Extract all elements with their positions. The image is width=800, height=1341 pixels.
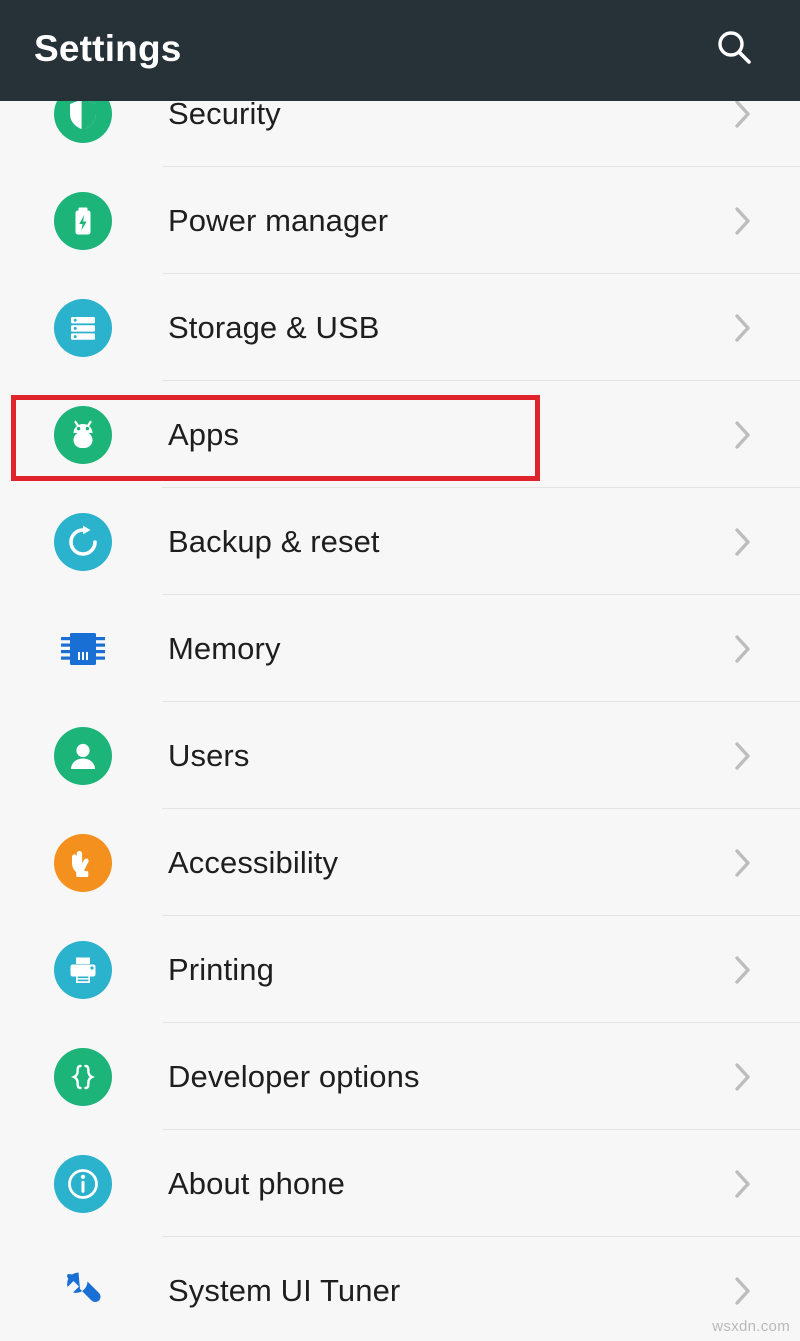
row-icon-container bbox=[0, 595, 162, 702]
row-icon-container bbox=[0, 916, 162, 1023]
settings-row-storage-usb[interactable]: Storage & USB bbox=[0, 274, 800, 381]
person-icon bbox=[54, 726, 112, 785]
row-label: Apps bbox=[168, 416, 240, 452]
row-label: Memory bbox=[168, 630, 281, 666]
watermark: wsxdn.com bbox=[712, 1318, 790, 1335]
row-label: Backup & reset bbox=[168, 523, 380, 559]
settings-row-apps[interactable]: Apps bbox=[0, 381, 800, 488]
settings-row-backup-reset[interactable]: Backup & reset bbox=[0, 488, 800, 595]
row-label: Power manager bbox=[168, 202, 389, 238]
chevron-right-icon bbox=[700, 200, 800, 242]
row-label: System UI Tuner bbox=[168, 1272, 401, 1308]
row-label: Users bbox=[168, 737, 250, 773]
settings-row-printing[interactable]: Printing bbox=[0, 916, 800, 1023]
row-label: Storage & USB bbox=[168, 309, 380, 345]
android-robot-icon bbox=[54, 405, 112, 464]
settings-row-power-manager[interactable]: Power manager bbox=[0, 167, 800, 274]
settings-row-memory[interactable]: Memory bbox=[0, 595, 800, 702]
row-icon-container bbox=[0, 1023, 162, 1130]
settings-row-about-phone[interactable]: About phone bbox=[0, 1130, 800, 1237]
row-icon-container bbox=[0, 167, 162, 274]
chevron-right-icon bbox=[700, 521, 800, 563]
row-icon-container bbox=[0, 274, 162, 381]
hand-pointer-icon bbox=[54, 833, 112, 892]
chevron-right-icon bbox=[700, 1163, 800, 1205]
row-icon-container bbox=[0, 488, 162, 595]
app-bar: Settings bbox=[0, 0, 800, 101]
restore-icon bbox=[54, 512, 112, 571]
chevron-right-icon bbox=[700, 307, 800, 349]
info-icon bbox=[54, 1154, 112, 1213]
search-icon bbox=[713, 26, 757, 75]
printer-icon bbox=[54, 940, 112, 999]
chevron-right-icon bbox=[700, 414, 800, 456]
settings-row-users[interactable]: Users bbox=[0, 702, 800, 809]
chevron-right-icon bbox=[700, 735, 800, 777]
row-label: Developer options bbox=[168, 1058, 420, 1094]
search-button[interactable] bbox=[704, 20, 766, 82]
row-icon-container bbox=[0, 1130, 162, 1237]
settings-screen: Settings Security Power manager Storage & … bbox=[0, 0, 800, 1341]
row-label: Printing bbox=[168, 951, 274, 987]
chevron-right-icon bbox=[700, 1056, 800, 1098]
row-icon-container bbox=[0, 702, 162, 809]
settings-row-developer-options[interactable]: Developer options bbox=[0, 1023, 800, 1130]
settings-list[interactable]: Security Power manager Storage & USB Apps Ba… bbox=[0, 60, 800, 1341]
row-label: About phone bbox=[168, 1165, 345, 1201]
chevron-right-icon bbox=[700, 949, 800, 991]
chevron-right-icon bbox=[700, 842, 800, 884]
settings-row-system-ui-tuner[interactable]: System UI Tuner bbox=[0, 1237, 800, 1341]
row-label: Accessibility bbox=[168, 844, 339, 880]
settings-row-accessibility[interactable]: Accessibility bbox=[0, 809, 800, 916]
chevron-right-icon bbox=[700, 628, 800, 670]
braces-icon bbox=[54, 1047, 112, 1106]
wrench-icon bbox=[56, 1264, 110, 1318]
row-icon-container bbox=[0, 381, 162, 488]
row-icon-container bbox=[0, 809, 162, 916]
row-icon-container bbox=[0, 1237, 162, 1341]
page-title: Settings bbox=[34, 28, 182, 69]
chevron-right-icon bbox=[700, 1270, 800, 1312]
storage-icon bbox=[54, 298, 112, 357]
battery-icon bbox=[54, 191, 112, 250]
memory-chip-icon bbox=[57, 624, 109, 674]
